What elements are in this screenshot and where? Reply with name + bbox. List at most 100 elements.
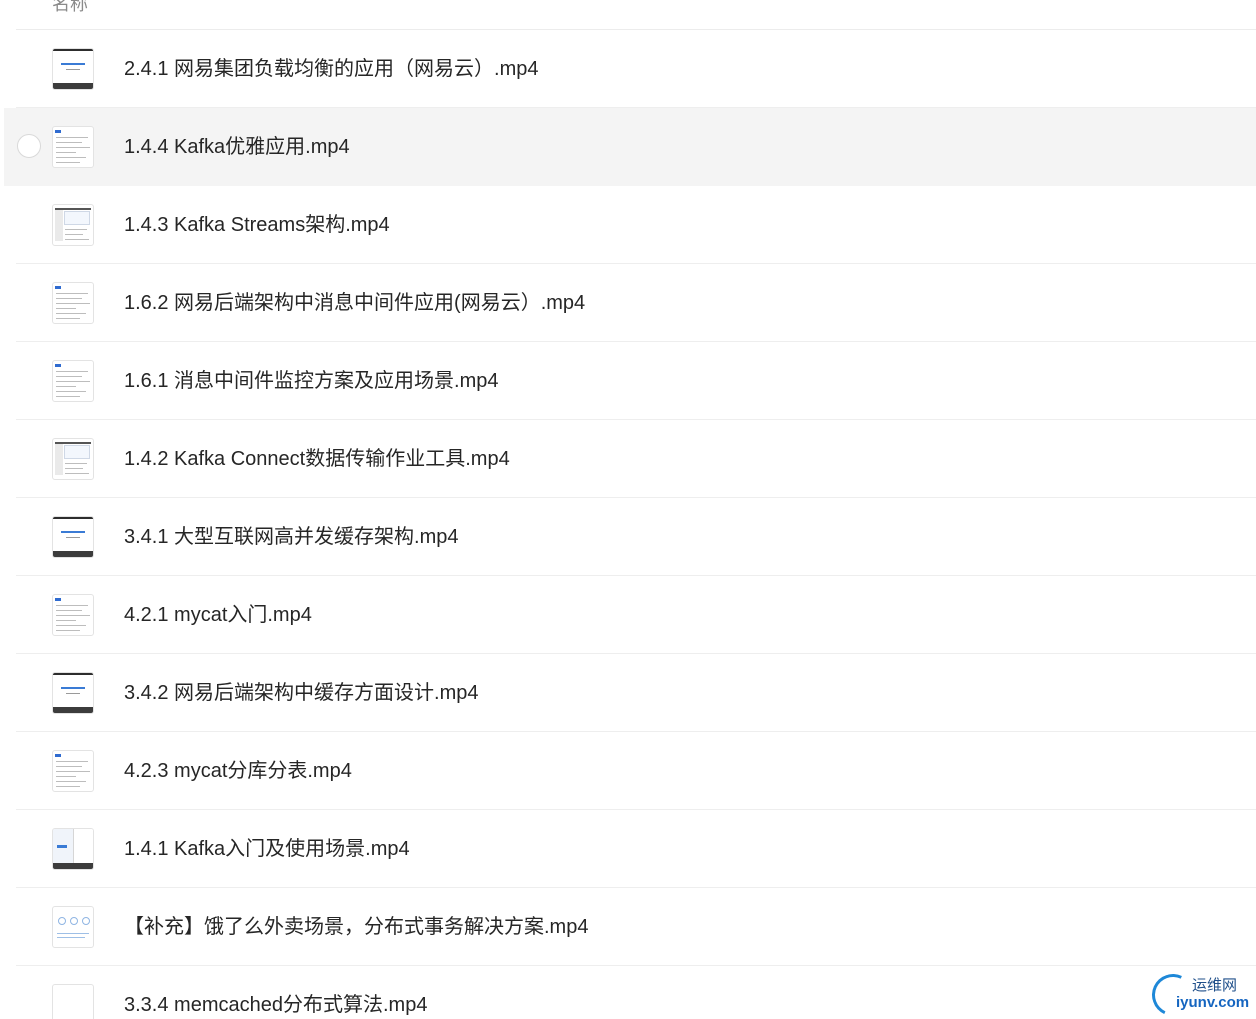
thumb-line — [57, 933, 89, 934]
video-thumbnail — [52, 282, 94, 324]
thumb-line — [56, 620, 76, 621]
file-name[interactable]: 4.2.1 mycat入门.mp4 — [124, 603, 312, 627]
select-checkbox[interactable] — [17, 134, 41, 158]
file-row[interactable]: 1.4.3 Kafka Streams架构.mp4 — [16, 186, 1256, 264]
file-row[interactable]: 3.4.2 网易后端架构中缓存方面设计.mp4 — [16, 654, 1256, 732]
file-list: 2.4.1 网易集团负载均衡的应用（网易云）.mp4 1.4.4 Kafka优雅应… — [0, 30, 1256, 1019]
watermark-bottom-text: iyunv.com — [1176, 994, 1250, 1011]
thumb-line — [56, 313, 86, 314]
video-thumbnail — [52, 516, 94, 558]
thumb-line — [56, 293, 88, 294]
file-name[interactable]: 3.4.2 网易后端架构中缓存方面设计.mp4 — [124, 681, 479, 705]
thumb-line — [56, 371, 88, 372]
file-row[interactable]: 1.6.1 消息中间件监控方案及应用场景.mp4 — [16, 342, 1256, 420]
thumb-heading — [55, 130, 61, 133]
thumb-line — [56, 610, 82, 611]
thumb-circle — [58, 917, 66, 925]
thumb-subtitle-line — [66, 537, 80, 538]
thumb-title-line — [61, 63, 85, 65]
thumb-title-line — [61, 687, 85, 689]
thumb-line — [65, 468, 83, 469]
thumb-line — [56, 376, 82, 377]
thumb-bar — [53, 707, 93, 713]
thumb-heading — [55, 364, 61, 367]
thumb-line — [56, 137, 88, 138]
thumb-line — [56, 308, 76, 309]
thumb-line — [65, 229, 87, 230]
thumb-sidebar — [55, 444, 63, 475]
thumb-title-line — [61, 531, 85, 533]
video-thumbnail — [52, 48, 94, 90]
thumb-line — [56, 386, 76, 387]
list-header: 名称 — [16, 0, 1256, 30]
file-list-page: 名称 2.4.1 网易集团负载均衡的应用（网易云）.mp4 1.4.4 Kafka… — [0, 0, 1256, 1019]
file-row[interactable]: 2.4.1 网易集团负载均衡的应用（网易云）.mp4 — [16, 30, 1256, 108]
thumb-line — [65, 463, 87, 464]
file-name[interactable]: 1.6.2 网易后端架构中消息中间件应用(网易云）.mp4 — [124, 291, 585, 315]
thumb-bar — [53, 551, 93, 557]
thumb-line — [56, 781, 86, 782]
video-thumbnail — [52, 594, 94, 636]
file-name[interactable]: 1.4.4 Kafka优雅应用.mp4 — [124, 135, 350, 159]
thumb-line — [56, 786, 80, 787]
column-header-name[interactable]: 名称 — [52, 0, 88, 16]
thumb-circle — [70, 917, 78, 925]
file-name[interactable]: 1.4.1 Kafka入门及使用场景.mp4 — [124, 837, 410, 861]
thumb-sidebar — [55, 210, 63, 241]
file-name[interactable]: 【补充】饿了么外卖场景，分布式事务解决方案.mp4 — [124, 915, 588, 939]
file-row[interactable]: 3.4.1 大型互联网高并发缓存架构.mp4 — [16, 498, 1256, 576]
thumb-line — [56, 303, 90, 304]
thumb-line — [56, 391, 86, 392]
file-row[interactable]: 1.6.2 网易后端架构中消息中间件应用(网易云）.mp4 — [16, 264, 1256, 342]
thumb-line — [56, 630, 80, 631]
thumb-line — [56, 318, 80, 319]
thumb-window — [64, 211, 90, 225]
thumb-line — [56, 147, 90, 148]
file-row[interactable]: 1.4.4 Kafka优雅应用.mp4 — [4, 108, 1256, 186]
thumb-line — [56, 157, 86, 158]
thumb-heading — [55, 754, 61, 757]
thumb-line — [56, 162, 80, 163]
thumb-line — [56, 605, 88, 606]
file-name[interactable]: 1.4.2 Kafka Connect数据传输作业工具.mp4 — [124, 447, 510, 471]
thumb-text — [57, 845, 67, 848]
file-name[interactable]: 1.4.3 Kafka Streams架构.mp4 — [124, 213, 390, 237]
file-name[interactable]: 4.2.3 mycat分库分表.mp4 — [124, 759, 352, 783]
video-thumbnail — [52, 126, 94, 168]
file-row[interactable]: 4.2.1 mycat入门.mp4 — [16, 576, 1256, 654]
video-thumbnail — [52, 750, 94, 792]
thumb-line — [56, 298, 82, 299]
file-row[interactable]: 3.3.4 memcached分布式算法.mp4 — [16, 966, 1256, 1019]
file-name[interactable]: 3.4.1 大型互联网高并发缓存架构.mp4 — [124, 525, 459, 549]
site-watermark: 运维网 iyunv.com — [1146, 968, 1256, 1019]
thumb-line — [65, 234, 83, 235]
file-name[interactable]: 1.6.1 消息中间件监控方案及应用场景.mp4 — [124, 369, 499, 393]
thumb-bar — [53, 517, 93, 519]
video-thumbnail — [52, 204, 94, 246]
thumb-circle — [82, 917, 90, 925]
thumb-line — [56, 381, 90, 382]
thumb-bar — [53, 863, 93, 869]
file-name[interactable]: 3.3.4 memcached分布式算法.mp4 — [124, 993, 427, 1017]
thumb-line — [56, 761, 88, 762]
video-thumbnail — [52, 984, 94, 1019]
thumb-window — [64, 445, 90, 459]
file-row[interactable]: 【补充】饿了么外卖场景，分布式事务解决方案.mp4 — [16, 888, 1256, 966]
thumb-bar — [53, 673, 93, 675]
thumb-heading — [55, 286, 61, 289]
file-row[interactable]: 1.4.1 Kafka入门及使用场景.mp4 — [16, 810, 1256, 888]
thumb-line — [57, 937, 85, 938]
file-row[interactable]: 1.4.2 Kafka Connect数据传输作业工具.mp4 — [16, 420, 1256, 498]
thumb-line — [56, 396, 80, 397]
thumb-line — [56, 152, 76, 153]
file-name[interactable]: 2.4.1 网易集团负载均衡的应用（网易云）.mp4 — [124, 57, 539, 81]
watermark-top-text: 运维网 — [1192, 976, 1238, 994]
video-thumbnail — [52, 360, 94, 402]
thumb-line — [56, 142, 82, 143]
video-thumbnail — [52, 438, 94, 480]
file-row[interactable]: 4.2.3 mycat分库分表.mp4 — [16, 732, 1256, 810]
thumb-line — [56, 625, 86, 626]
thumb-line — [56, 771, 90, 772]
thumb-line — [56, 615, 90, 616]
video-thumbnail — [52, 672, 94, 714]
